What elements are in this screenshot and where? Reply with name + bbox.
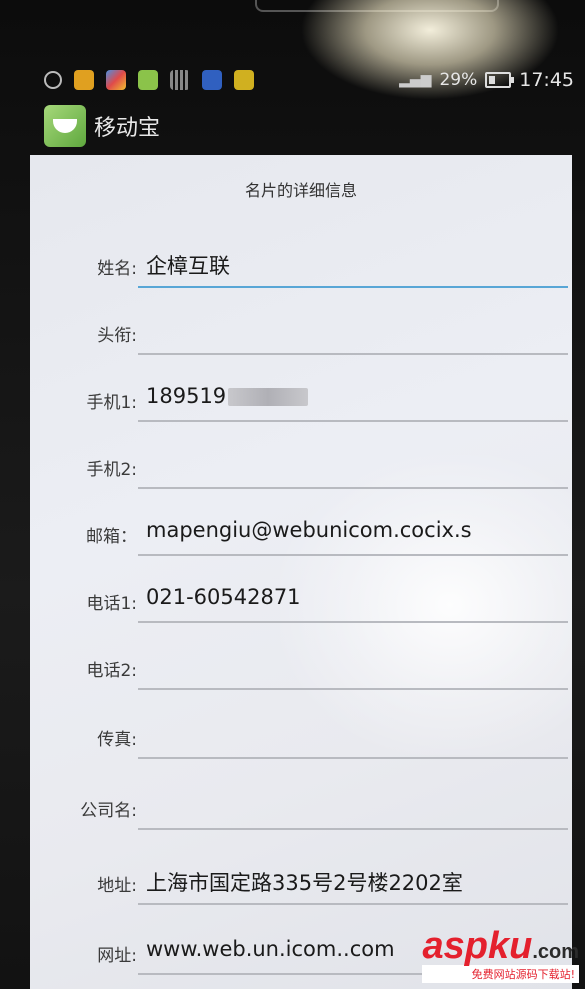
phone1-field[interactable]: 021-60542871 <box>138 573 568 623</box>
field-row-phone1: 电话1: 021-60542871 <box>30 573 572 633</box>
mobile1-field[interactable]: 189519 <box>138 372 568 422</box>
status-indicators: ▂▄▆ 29% 17:45 <box>399 69 574 91</box>
field-row-mobile2: 手机2: <box>30 439 572 499</box>
website-label: 网址: <box>97 946 137 966</box>
status-bar: ▂▄▆ 29% 17:45 <box>44 64 574 96</box>
watermark-brand-text: aspku <box>422 925 533 967</box>
phone-earpiece <box>255 0 499 12</box>
notification-grid-icon <box>170 70 190 90</box>
notification-maps-icon <box>106 70 126 90</box>
title-label: 头衔: <box>97 326 137 346</box>
status-clock: 17:45 <box>519 69 574 91</box>
phone2-label: 电话2: <box>86 661 137 681</box>
field-row-fax: 传真: <box>30 709 572 769</box>
battery-percent: 29% <box>439 70 478 90</box>
business-card-panel: 名片的详细信息 姓名: 企樟互联 头衔: 手机1: 189519 手机2: 邮箱… <box>30 155 572 989</box>
phone-screen: ▂▄▆ 29% 17:45 移动宝 名片的详细信息 姓名: 企樟互联 头衔: 手… <box>0 0 585 989</box>
phone2-field[interactable] <box>138 640 568 690</box>
signal-icon: ▂▄▆ <box>399 72 432 88</box>
field-row-company: 公司名: <box>30 780 572 840</box>
notification-bird-icon <box>234 70 254 90</box>
field-row-mobile1: 手机1: 189519 <box>30 372 572 432</box>
field-row-name: 姓名: 企樟互联 <box>30 238 572 298</box>
name-label: 姓名: <box>97 259 137 279</box>
site-watermark: aspku.com 免费网站源码下载站! <box>422 927 579 983</box>
company-field[interactable] <box>138 780 568 830</box>
watermark-brand: aspku.com <box>422 927 579 965</box>
card-title: 名片的详细信息 <box>244 181 357 200</box>
email-field[interactable]: mapengiu@webunicom.cocix.s <box>138 506 568 556</box>
field-row-phone2: 电话2: <box>30 640 572 700</box>
watermark-suffix: .com <box>532 941 579 963</box>
phone1-label: 电话1: <box>86 594 137 614</box>
notification-market-icon <box>138 70 158 90</box>
fax-label: 传真: <box>97 730 137 750</box>
fax-field[interactable] <box>138 709 568 759</box>
mobile1-label: 手机1: <box>86 393 137 413</box>
app-title: 移动宝 <box>94 116 161 141</box>
title-field[interactable] <box>138 305 568 355</box>
battery-icon <box>485 72 515 88</box>
notification-app-icon <box>74 70 94 90</box>
mobile1-value: 189519 <box>146 384 227 408</box>
action-bar: 移动宝 <box>44 104 574 148</box>
email-label: 邮箱： <box>86 527 137 547</box>
address-field[interactable]: 上海市国定路335号2号楼2202室 <box>138 855 568 905</box>
notification-star-icon <box>202 70 222 90</box>
field-row-address: 地址: 上海市国定路335号2号楼2202室 <box>30 855 572 915</box>
notification-icons <box>44 70 266 90</box>
app-logo-icon[interactable] <box>44 105 86 147</box>
notification-generic-icon <box>44 71 62 89</box>
mobile2-label: 手机2: <box>86 460 137 480</box>
mobile2-field[interactable] <box>138 439 568 489</box>
field-row-title: 头衔: <box>30 305 572 365</box>
address-label: 地址: <box>97 876 137 896</box>
redacted-blur <box>228 388 309 406</box>
name-field[interactable]: 企樟互联 <box>138 238 568 288</box>
field-row-email: 邮箱： mapengiu@webunicom.cocix.s <box>30 506 572 566</box>
company-label: 公司名: <box>80 801 137 821</box>
watermark-tagline: 免费网站源码下载站! <box>422 965 579 983</box>
